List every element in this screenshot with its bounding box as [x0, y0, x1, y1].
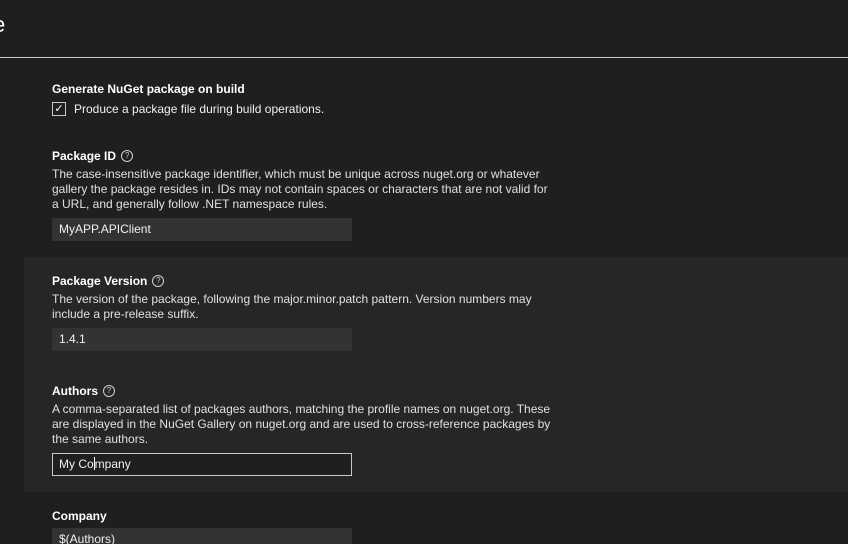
generate-package-section: Generate NuGet package on build ✓ Produc…	[52, 81, 324, 117]
company-input[interactable]: $(Authors)	[52, 528, 352, 544]
help-circle-icon[interactable]: ?	[103, 385, 115, 397]
generate-package-checkbox-label[interactable]: Produce a package file during build oper…	[74, 102, 324, 116]
page-title: e	[0, 12, 5, 38]
generate-package-row[interactable]: ✓ Produce a package file during build op…	[52, 101, 324, 117]
company-section: Company $(Authors)	[52, 508, 352, 544]
authors-input-value-before-caret: My Co	[59, 457, 94, 471]
authors-input-value-after-caret: mpany	[94, 457, 131, 471]
company-title: Company	[52, 508, 352, 524]
help-circle-icon[interactable]: ?	[152, 275, 165, 287]
generate-package-title-text: Generate NuGet package on build	[52, 82, 245, 96]
package-id-description: The case-insensitive package identifier,…	[52, 167, 548, 211]
authors-title: Authors ?	[52, 383, 552, 399]
package-id-title-text: Package ID	[52, 149, 117, 163]
package-id-title: Package ID ?	[52, 148, 552, 164]
authors-input[interactable]: My Company	[52, 453, 352, 476]
package-version-description: The version of the package, following th…	[52, 292, 532, 321]
generate-package-checkbox[interactable]: ✓	[52, 102, 66, 116]
package-version-input-value: 1.4.1	[59, 332, 86, 346]
authors-section: Authors ? A comma-separated list of pack…	[52, 383, 552, 476]
page-header: e	[0, 0, 848, 58]
package-version-title: Package Version ?	[52, 273, 552, 289]
package-version-input[interactable]: 1.4.1	[52, 328, 352, 351]
generate-package-title: Generate NuGet package on build	[52, 81, 324, 97]
package-id-section: Package ID ? The case-insensitive packag…	[52, 148, 552, 241]
company-title-text: Company	[52, 509, 107, 523]
company-input-value: $(Authors)	[59, 532, 116, 544]
package-id-input[interactable]: MyAPP.APIClient	[52, 218, 352, 241]
properties-page: e Generate NuGet package on build ✓ Prod…	[0, 0, 848, 544]
help-circle-icon[interactable]: ?	[121, 150, 134, 162]
package-id-input-value: MyAPP.APIClient	[59, 222, 151, 236]
package-version-title-text: Package Version	[52, 274, 148, 288]
package-version-section: Package Version ? The version of the pac…	[52, 273, 552, 351]
checkmark-icon: ✓	[54, 103, 64, 115]
authors-description: A comma-separated list of packages autho…	[52, 402, 551, 446]
authors-title-text: Authors	[52, 384, 98, 398]
